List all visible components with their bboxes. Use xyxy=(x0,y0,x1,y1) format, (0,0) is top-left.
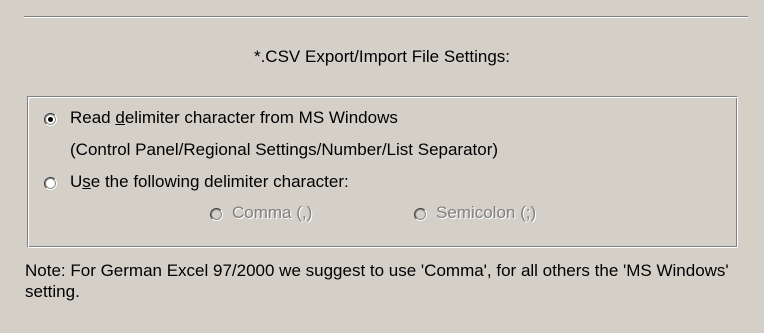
option-custom-label[interactable]: Use the following delimiter character: xyxy=(70,172,349,192)
semicolon-label[interactable]: Semicolon (;) xyxy=(436,203,536,223)
radio-windows-delimiter[interactable] xyxy=(44,113,57,126)
section-title: *.CSV Export/Import File Settings: xyxy=(253,47,511,66)
csv-settings-panel: *.CSV Export/Import File Settings: Read … xyxy=(0,0,764,333)
radio-comma[interactable] xyxy=(210,208,223,221)
note-text: Note: For German Excel 97/2000 we sugges… xyxy=(25,261,729,301)
radio-semicolon[interactable] xyxy=(414,208,427,221)
radio-custom-delimiter[interactable] xyxy=(44,177,57,190)
comma-label[interactable]: Comma (,) xyxy=(232,203,312,223)
option-windows-label[interactable]: Read delimiter character from MS Windows xyxy=(70,108,398,128)
option-windows-sublabel: (Control Panel/Regional Settings/Number/… xyxy=(70,140,499,159)
top-separator xyxy=(24,16,748,18)
